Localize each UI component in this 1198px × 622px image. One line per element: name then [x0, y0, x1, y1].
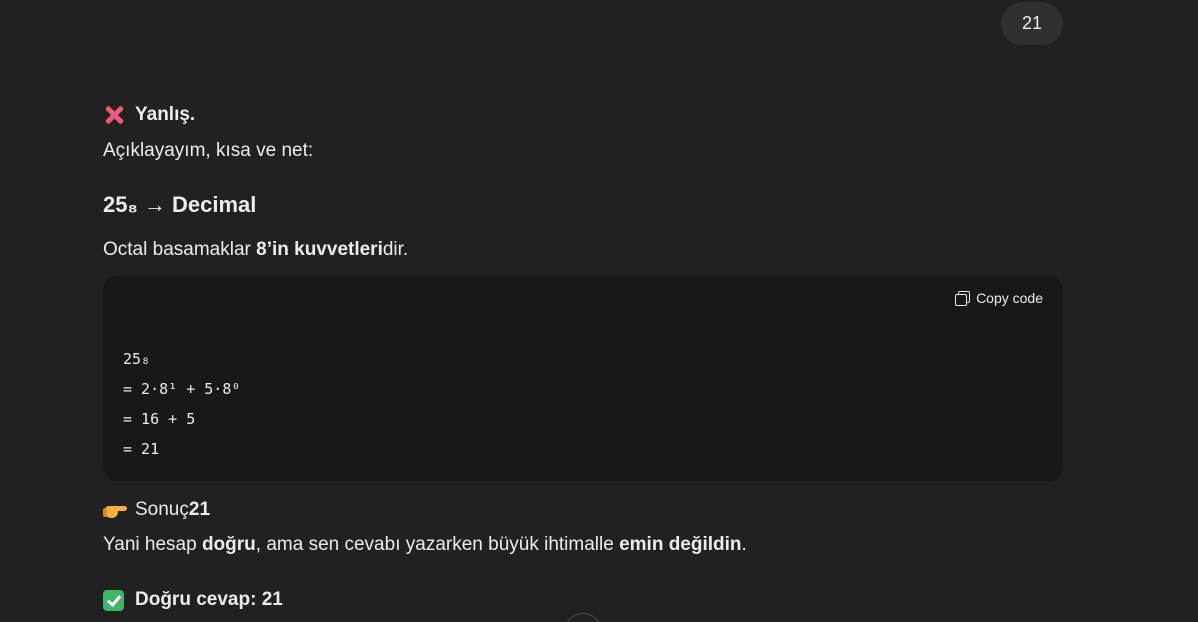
correct-answer-text: Doğru cevap: 21 — [135, 589, 283, 610]
octal-suffix: dir. — [382, 239, 409, 260]
pointing-right-icon — [103, 500, 127, 520]
code-line: = 16 + 5 — [123, 410, 196, 428]
verdict-text: Yanlış. — [135, 104, 196, 125]
explain-mid: , ama sen cevabı yazarken büyük ihtimall… — [255, 534, 620, 555]
octal-prefix: Octal basamaklar — [103, 239, 257, 260]
copy-code-button[interactable]: Copy code — [954, 290, 1043, 306]
result-line: Sonuç 21 — [103, 497, 210, 523]
code-line: 25₈ — [123, 350, 151, 368]
code-line: = 2·8¹ + 5·8⁰ — [123, 380, 241, 398]
result-value: 21 — [188, 499, 211, 520]
user-message-bubble: 21 — [1001, 2, 1063, 45]
explain-prefix: Yani hesap — [103, 534, 202, 555]
octal-bold: 8’in kuvvetleri — [256, 239, 383, 260]
intro-text: Açıklayayım, kısa ve net: — [103, 140, 314, 161]
check-mark-icon — [103, 589, 124, 611]
correct-answer-line: Doğru cevap: 21 — [103, 587, 283, 613]
user-message-text: 21 — [1021, 13, 1043, 33]
cross-mark-icon — [103, 104, 125, 126]
copy-icon — [954, 290, 971, 306]
result-prefix: Sonuç — [135, 499, 189, 520]
explain-bold-correct: doğru — [201, 534, 256, 555]
scroll-down-button[interactable] — [564, 613, 602, 622]
code-line: = 21 — [123, 440, 160, 458]
code-block: Copy code 25₈ = 2·8¹ + 5·8⁰ = 16 + 5 = 2… — [103, 276, 1063, 481]
code-content: 25₈ = 2·8¹ + 5·8⁰ = 16 + 5 = 21 — [123, 344, 240, 464]
verdict-line: Yanlış. — [103, 102, 195, 128]
explain-suffix: . — [741, 534, 747, 555]
copy-code-label: Copy code — [976, 290, 1043, 306]
octal-explanation: Octal basamaklar 8’in kuvvetleridir. — [103, 237, 408, 263]
chat-page: 21 Yanlış. Açıklayayım, kısa ve net: 25₈… — [0, 0, 1198, 622]
explanation-text: Yani hesap doğru, ama sen cevabı yazarke… — [103, 532, 747, 558]
section-heading: 25₈ → Decimal — [103, 192, 257, 217]
explain-bold-unsure: emin değildin — [619, 534, 742, 555]
